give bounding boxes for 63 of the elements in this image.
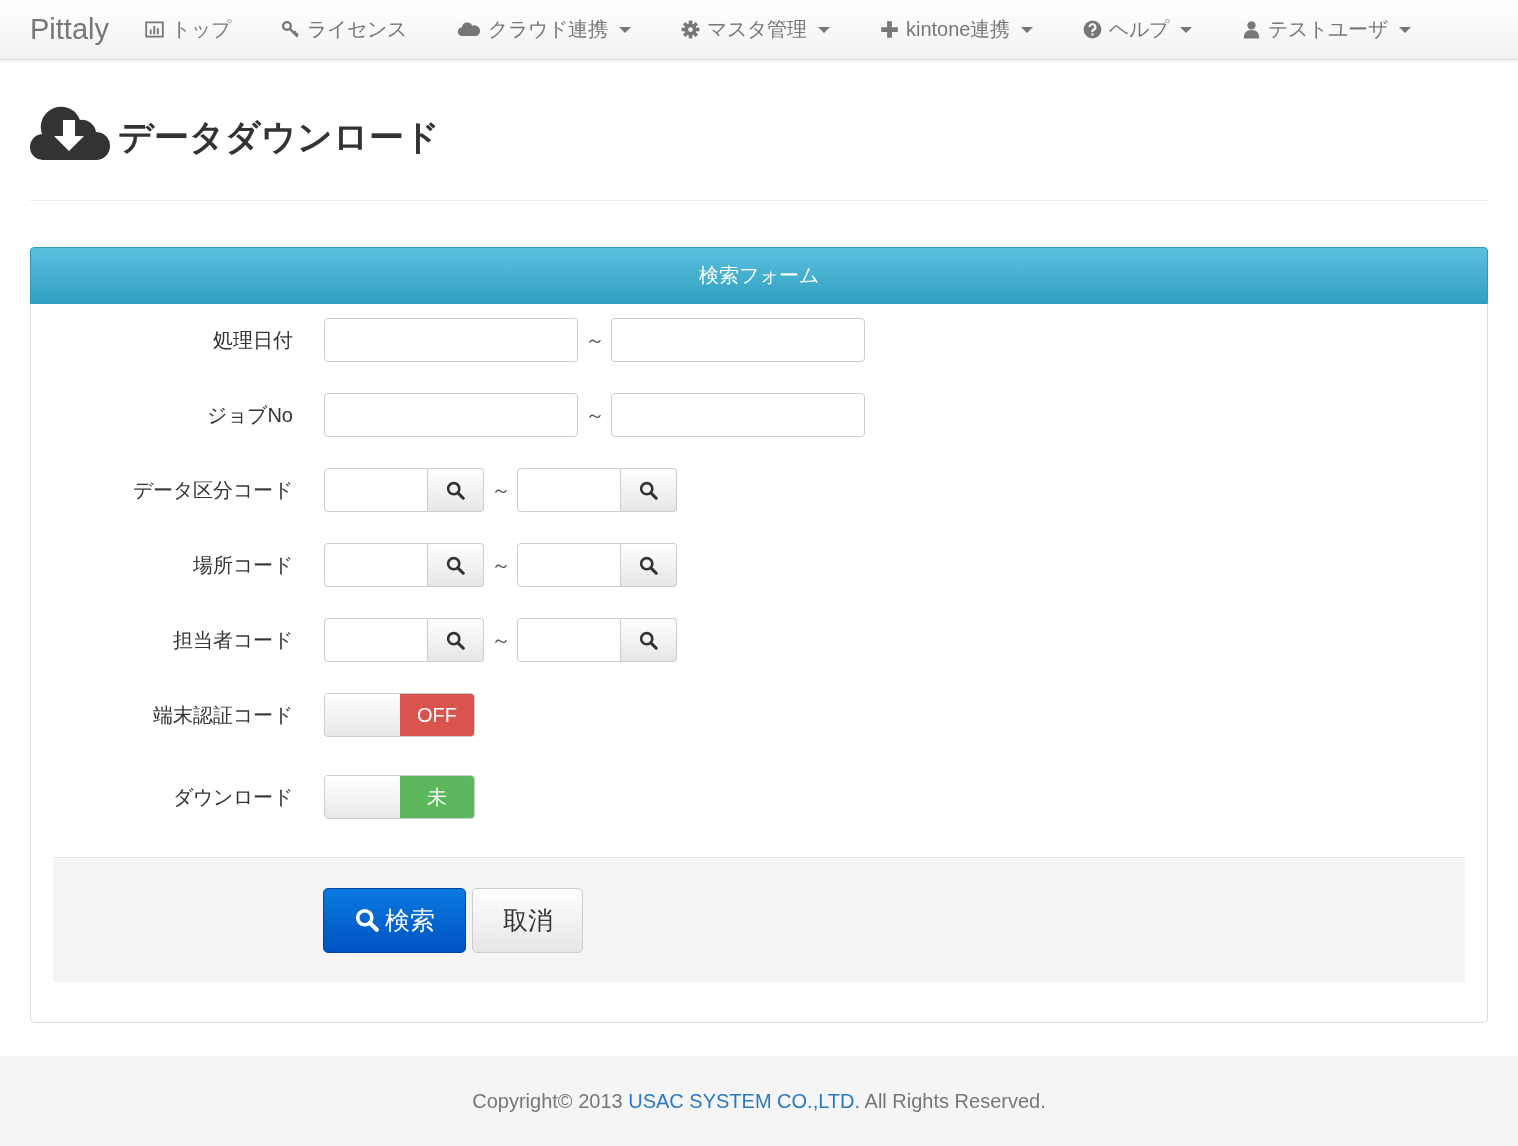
copyright-text: Copyright© 2013 USAC SYSTEM CO.,LTD. All Rights Reserved. [472, 1089, 1046, 1113]
nav-menu-item[interactable]: ライセンス [281, 16, 407, 43]
field-label: 処理日付 [212, 327, 294, 353]
input-field[interactable] [324, 618, 428, 662]
page-title: データダウンロード [118, 115, 440, 158]
caret-icon [619, 26, 631, 33]
search-button[interactable] [428, 468, 484, 512]
field-label: データ区分コード [132, 477, 294, 503]
caret-icon [1180, 26, 1193, 33]
field-label: 担当者コード [172, 627, 294, 653]
nav-menu-item[interactable]: クラウド連携 [457, 16, 631, 43]
settings-icon [681, 20, 700, 39]
caret-icon [1021, 26, 1034, 33]
company-link[interactable]: USAC SYSTEM CO.,LTD. [628, 1089, 861, 1112]
bar-chart-icon [145, 20, 164, 39]
caret-icon [1399, 26, 1412, 33]
input-field[interactable] [324, 318, 578, 362]
field-label: ジョブNo [206, 402, 294, 428]
toggle-switch[interactable]: 未 [324, 775, 475, 819]
field-label: 端末認証コード [152, 702, 294, 728]
search-icon [446, 630, 465, 650]
panel-title: 検索フォーム [699, 263, 819, 288]
key-icon [281, 20, 300, 39]
caret-icon [818, 26, 830, 33]
search-icon [639, 480, 658, 500]
range-separator: ～ [489, 627, 512, 653]
range-separator: ～ [489, 552, 512, 578]
input-field[interactable] [324, 468, 428, 512]
nav-menu-item[interactable]: トップ [145, 16, 231, 43]
range-separator: ～ [489, 477, 512, 503]
search-icon [354, 908, 379, 932]
search-icon [446, 480, 465, 500]
search-icon [446, 555, 465, 575]
user-icon [1242, 20, 1262, 39]
input-field[interactable] [517, 468, 621, 512]
toggle-switch[interactable]: OFF [324, 693, 475, 737]
search-icon [639, 555, 658, 575]
cloud-icon [457, 20, 481, 39]
search-button[interactable] [621, 543, 677, 587]
help-icon [1083, 20, 1103, 39]
brand-link[interactable]: Pittaly [30, 13, 109, 46]
nav-menu-item[interactable]: ヘルプ [1083, 16, 1193, 43]
plus-icon [880, 20, 899, 39]
input-field[interactable] [517, 618, 621, 662]
field-label: ダウンロード [172, 784, 294, 810]
nav-menu-item[interactable]: マスタ管理 [681, 16, 830, 43]
field-label: 場所コード [192, 552, 294, 578]
search-icon [639, 630, 658, 650]
input-field[interactable] [324, 393, 578, 437]
search-button[interactable]: 検索 [323, 887, 466, 953]
range-separator: ～ [583, 402, 606, 428]
range-separator: ～ [583, 327, 606, 353]
input-field[interactable] [611, 318, 865, 362]
search-button[interactable] [428, 618, 484, 662]
nav-menu-item[interactable]: テストユーザ [1242, 16, 1412, 43]
search-button[interactable] [621, 468, 677, 512]
cancel-button[interactable]: 取消 [472, 887, 583, 953]
nav-menu-item[interactable]: kintone連携 [880, 16, 1034, 43]
input-field[interactable] [324, 543, 428, 587]
input-field[interactable] [611, 393, 865, 437]
search-button[interactable] [621, 618, 677, 662]
search-button[interactable] [428, 543, 484, 587]
input-field[interactable] [517, 543, 621, 587]
